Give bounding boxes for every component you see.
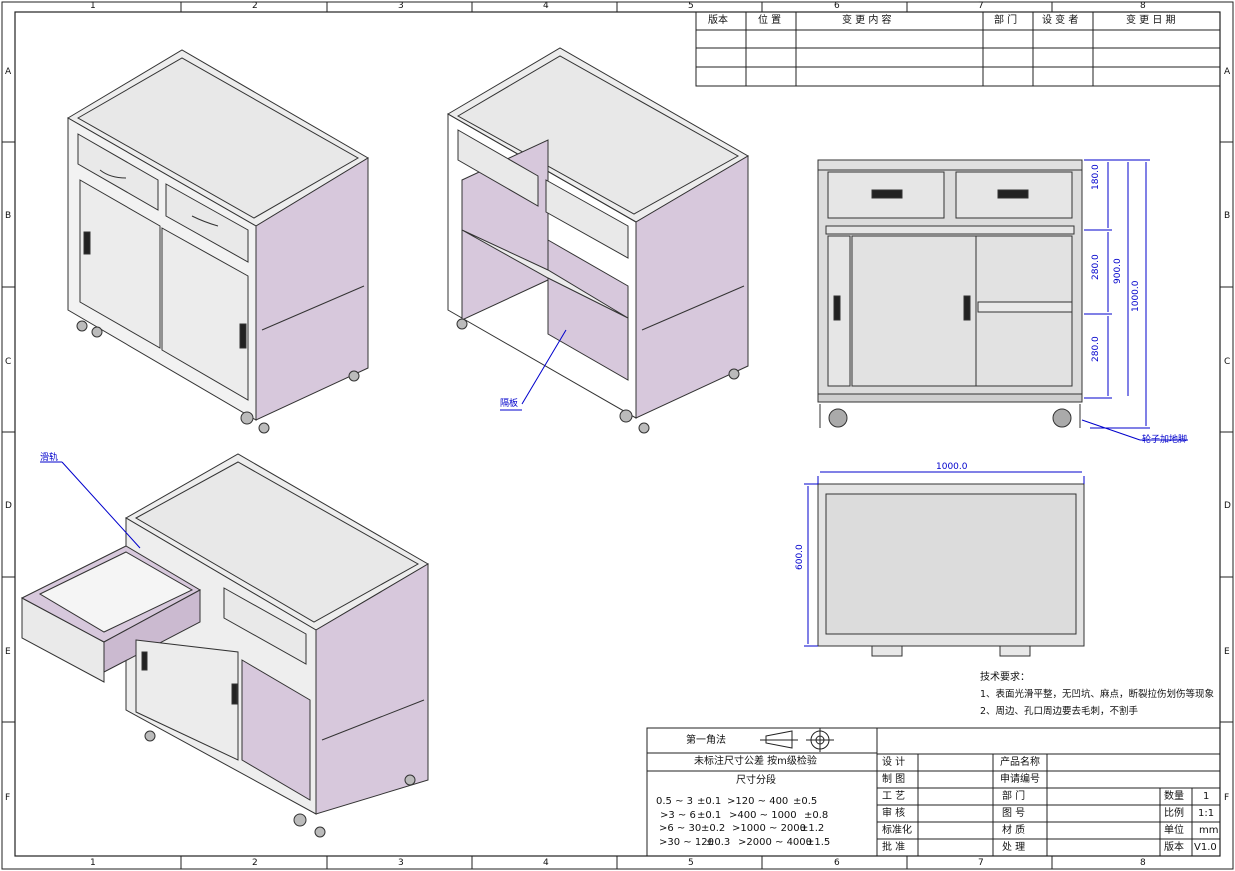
iso-view-open <box>447 47 749 434</box>
tol-r3-c4: ±1.2 <box>800 823 825 834</box>
rev-header-version: 版本 <box>708 15 728 26</box>
tol-r1-c1: 0.5 ~ 3 <box>656 796 694 807</box>
col-label-bottom-2: 2 <box>252 858 258 868</box>
rev-header-position: 位 置 <box>758 15 782 26</box>
value-version: V1.0 <box>1194 842 1217 853</box>
role-process: 工 艺 <box>882 791 906 802</box>
row-label-b: B <box>5 211 12 221</box>
dim-180: 180.0 <box>1091 164 1101 190</box>
row-label-f: F <box>5 793 11 803</box>
tolerance-note: 未标注尺寸公差 按m级检验 <box>694 756 817 767</box>
callout-partition: 隔板 <box>500 399 519 409</box>
label-unit: 单位 <box>1164 825 1184 836</box>
role-standardization: 标准化 <box>882 825 912 836</box>
tol-r2-c2: ±0.1 <box>697 810 722 821</box>
dim-1000-width: 1000.0 <box>936 462 968 472</box>
value-scale: 1:1 <box>1198 808 1215 819</box>
tol-r1-c3: >120 ~ 400 <box>727 796 789 807</box>
tol-r2-c4: ±0.8 <box>804 810 829 821</box>
col-label-bottom-3: 3 <box>398 858 404 868</box>
col-label-7: 7 <box>978 1 984 11</box>
tol-r2-c1: >3 ~ 6 <box>660 810 696 821</box>
title-block-grid <box>646 727 1221 857</box>
col-label-bottom-6: 6 <box>834 858 840 868</box>
dim-1000-height: 1000.0 <box>1131 280 1141 313</box>
label-version: 版本 <box>1164 842 1184 853</box>
col-label-bottom-7: 7 <box>978 858 984 868</box>
row-label-d: D <box>5 501 12 511</box>
field-application-no: 申请编号 <box>1000 774 1040 785</box>
tol-r1-c2: ±0.1 <box>697 796 722 807</box>
tol-r4-c3: >2000 ~ 4000 <box>738 837 813 848</box>
field-treatment: 处 理 <box>1002 842 1026 853</box>
rev-header-date: 变 更 日 期 <box>1126 15 1176 26</box>
dim-600: 600.0 <box>795 544 805 570</box>
projection-symbol <box>760 728 834 752</box>
tol-r1-c4: ±0.5 <box>793 796 818 807</box>
col-label-8: 8 <box>1140 1 1146 11</box>
iso-view-drawer <box>20 453 429 838</box>
col-label-bottom-8: 8 <box>1140 858 1146 868</box>
row-label-right-f: F <box>1224 793 1230 803</box>
row-label-right-b: B <box>1224 211 1231 221</box>
field-department: 部 门 <box>1002 791 1026 802</box>
col-label-bottom-5: 5 <box>688 858 694 868</box>
tol-r2-c3: >400 ~ 1000 <box>729 810 797 821</box>
role-design: 设 计 <box>882 757 906 768</box>
row-label-a: A <box>5 67 12 77</box>
row-label-right-c: C <box>1224 357 1231 367</box>
col-label-6: 6 <box>834 1 840 11</box>
dim-900: 900.0 <box>1113 258 1123 284</box>
size-segment-label: 尺寸分段 <box>736 775 776 786</box>
tech-req-item-1: 1、表面光滑平整，无凹坑、麻点，断裂拉伤划伤等现象 <box>980 689 1215 700</box>
row-label-right-a: A <box>1224 67 1231 77</box>
role-drafting: 制 图 <box>882 774 906 785</box>
iso-view-closed <box>67 49 369 434</box>
label-quantity: 数量 <box>1164 791 1184 802</box>
col-label-4: 4 <box>543 1 549 11</box>
rev-header-content: 变 更 内 容 <box>842 15 892 26</box>
drawing-canvas <box>1 1 1234 870</box>
role-approval: 批 准 <box>882 842 906 853</box>
row-label-right-e: E <box>1224 647 1230 657</box>
projection-label: 第一角法 <box>686 735 726 746</box>
tol-r3-c3: >1000 ~ 2000 <box>732 823 807 834</box>
row-label-e: E <box>5 647 11 657</box>
tol-r4-c2: ±0.3 <box>706 837 731 848</box>
col-label-bottom-1: 1 <box>90 858 96 868</box>
drawing-sheet: 1 2 3 4 5 6 7 8 1 2 3 4 5 6 7 8 A B C D … <box>0 0 1235 871</box>
callout-caster: 轮子加地脚 <box>1142 435 1188 445</box>
col-label-bottom-4: 4 <box>543 858 549 868</box>
row-label-c: C <box>5 357 12 367</box>
role-review: 审 核 <box>882 808 906 819</box>
tol-r3-c2: ±0.2 <box>701 823 726 834</box>
dim-280a: 280.0 <box>1091 254 1101 280</box>
col-label-2: 2 <box>252 1 258 11</box>
tech-req-item-2: 2、周边、孔口周边要去毛刺，不割手 <box>980 706 1139 717</box>
tech-req-title: 技术要求： <box>980 672 1030 683</box>
row-label-right-d: D <box>1224 501 1231 511</box>
value-unit: mm <box>1199 825 1219 836</box>
rev-header-dept: 部 门 <box>994 15 1018 26</box>
top-view <box>817 483 1085 657</box>
col-label-1: 1 <box>90 1 96 11</box>
dim-280b: 280.0 <box>1091 336 1101 362</box>
field-product-name: 产品名称 <box>1000 757 1040 768</box>
col-label-3: 3 <box>398 1 404 11</box>
field-material: 材 质 <box>1002 825 1026 836</box>
front-view <box>817 159 1083 428</box>
callout-slide: 滑轨 <box>40 453 59 463</box>
value-quantity: 1 <box>1203 791 1210 802</box>
field-drawing-no: 图 号 <box>1002 808 1026 819</box>
tol-r3-c1: >6 ~ 30 <box>659 823 702 834</box>
tol-r4-c4: ±1.5 <box>806 837 831 848</box>
col-label-5: 5 <box>688 1 694 11</box>
rev-header-changer: 设 变 者 <box>1042 15 1079 26</box>
label-scale: 比例 <box>1164 808 1184 819</box>
